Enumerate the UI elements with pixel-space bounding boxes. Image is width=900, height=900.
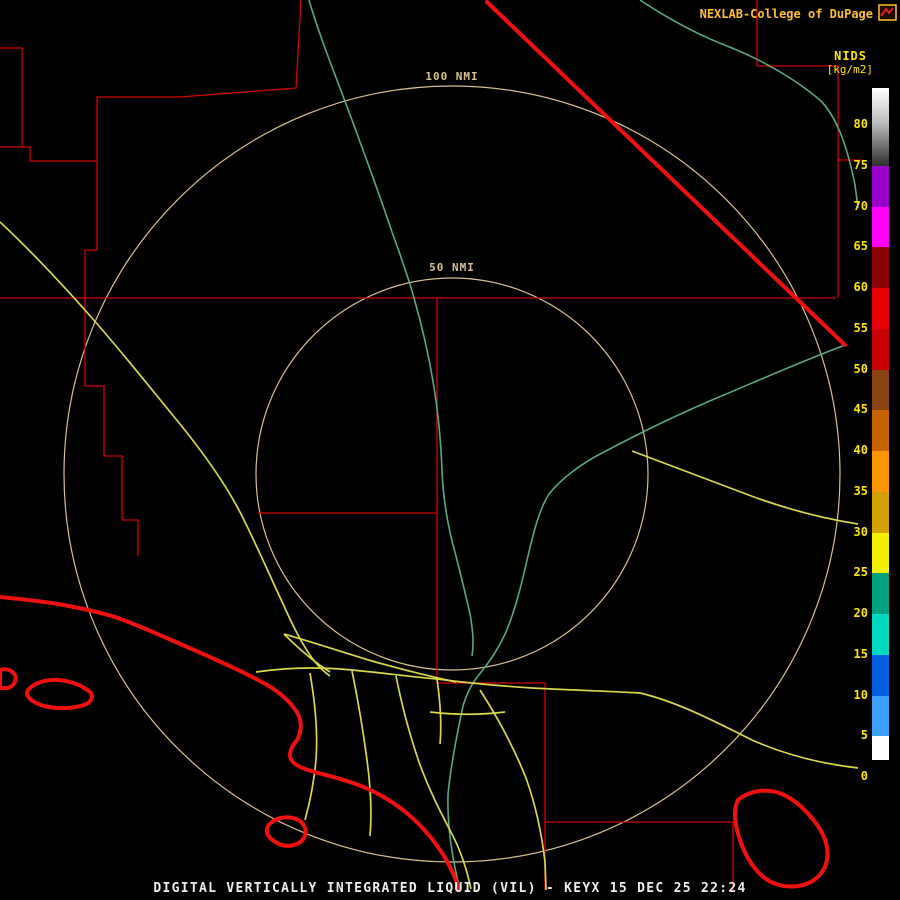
county-line [0,147,97,298]
highway-line [640,693,858,768]
highway-line [352,671,371,836]
highways-layer [0,222,858,890]
river-line [448,345,845,890]
colorbar-tick-label: 70 [838,199,868,213]
county-line [97,0,301,161]
range-label-100nmi: 100 NMI [421,70,482,83]
colorbar-tick-label: 45 [838,402,868,416]
colorbar-segment [872,166,889,207]
county-line [0,48,22,147]
highway-line [437,679,441,744]
colorbar-tick-label: 10 [838,688,868,702]
colorbar-tick-label: 60 [838,280,868,294]
colorbar-tick-label: 25 [838,565,868,579]
colorbar-segment [872,696,889,737]
colorbar-segment [872,736,889,760]
radar-map [0,0,900,900]
colorbar-title: NIDS [834,49,867,63]
river-line [640,0,858,208]
coastline [0,597,459,890]
product-caption: DIGITAL VERTICALLY INTEGRATED LIQUID (VI… [0,881,900,896]
island-outline [0,669,16,688]
colorbar-segment [872,370,889,411]
colorbar-tick-label: 35 [838,484,868,498]
colorbar-tick-label: 65 [838,239,868,253]
colorbar-segment [872,655,889,696]
colorbar-segment [872,451,889,492]
colorbar-segment [872,329,889,370]
colorbar-segment [872,410,889,451]
colorbar-segment [872,760,889,792]
colorbar-tick-label: 15 [838,647,868,661]
colorbar-tick-label: 80 [838,117,868,131]
colorbar-units-label: [kg/m2] [827,63,873,76]
range-ring-50nmi [256,278,648,670]
colorbar-segment [872,492,889,533]
island-outline [27,680,92,708]
range-rings-layer [64,86,840,862]
radar-display-page: { "header": { "source": "NEXLAB-College … [0,0,900,900]
highway-line [0,222,330,676]
colorbar-segment [872,573,889,614]
highway-line [396,676,471,889]
colorbar-segment [872,88,889,166]
county-borders-layer [0,0,862,890]
highway-line [305,673,317,820]
colorbar-tick-label: 55 [838,321,868,335]
highway-line [284,634,330,672]
header-source-label: NEXLAB-College of DuPage [700,7,873,21]
island-outline [735,791,828,887]
state-border-line [487,2,845,345]
colorbar-tick-label: 40 [838,443,868,457]
colorbar-tick-label: 30 [838,525,868,539]
highway-line [632,451,858,524]
rivers-layer [309,0,858,890]
river-line [309,0,473,656]
colorbar-tick-label: 0 [838,769,868,783]
colorbar-tick-label: 20 [838,606,868,620]
range-label-50nmi: 50 NMI [425,261,479,274]
colorbar: 80757065605550454035302520151050 [872,88,889,792]
colorbar-segment [872,247,889,288]
colorbar-tick-label: 5 [838,728,868,742]
colorbar-bar [872,88,889,792]
colorbar-segment [872,533,889,574]
colorbar-segment [872,288,889,329]
colorbar-tick-label: 50 [838,362,868,376]
county-line [85,298,138,556]
colorbar-segment [872,207,889,248]
nexlab-logo-icon [878,4,897,21]
county-line [545,822,733,890]
range-ring-100nmi [64,86,840,862]
colorbar-segment [872,614,889,655]
colorbar-tick-label: 75 [838,158,868,172]
